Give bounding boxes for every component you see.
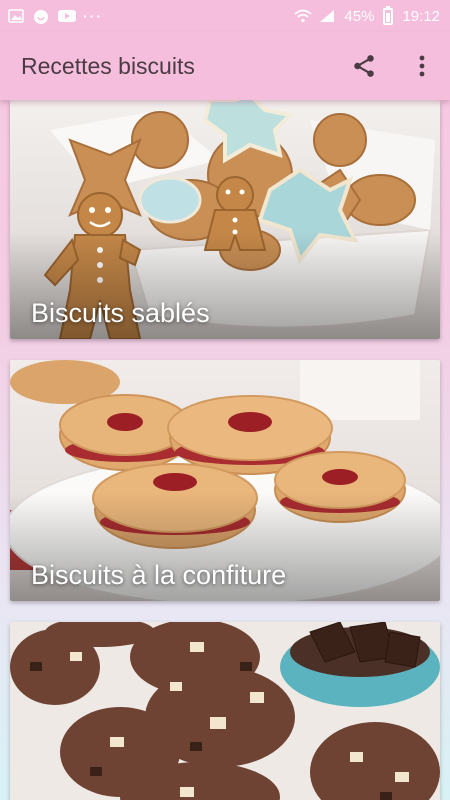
status-bar: ··· 45% 19:12 [0,0,450,32]
recipe-card[interactable]: Biscuits à la confiture [10,360,440,601]
recipe-card-title: Biscuits sablés [31,298,210,328]
status-notifications: ··· [8,8,103,24]
battery-icon [383,5,394,25]
youtube-icon [58,9,76,23]
battery-percent: 45% [344,7,375,25]
status-system: 45% 19:12 [294,5,440,25]
wifi-icon [294,9,312,23]
recipe-card[interactable]: Biscuits sablés [10,100,440,339]
clock: 19:12 [402,7,440,25]
smiley-icon [33,9,49,24]
image-icon [8,9,24,23]
recipe-list[interactable]: Biscuits sablés Biscuits à la confiture [0,100,450,800]
app-title: Recettes biscuits [21,52,195,79]
share-icon [354,55,374,77]
signal-icon [319,9,335,23]
recipe-image-chocolat [10,622,440,800]
overflow-menu-button[interactable] [408,52,436,80]
more-vert-icon [419,55,425,77]
recipe-card[interactable] [10,622,440,800]
recipe-card-title: Biscuits à la confiture [31,560,287,590]
share-button[interactable] [350,52,378,80]
app-actions [350,52,436,80]
app-bar: Recettes biscuits [0,32,450,100]
more-notifications-indicator: ··· [83,8,103,24]
